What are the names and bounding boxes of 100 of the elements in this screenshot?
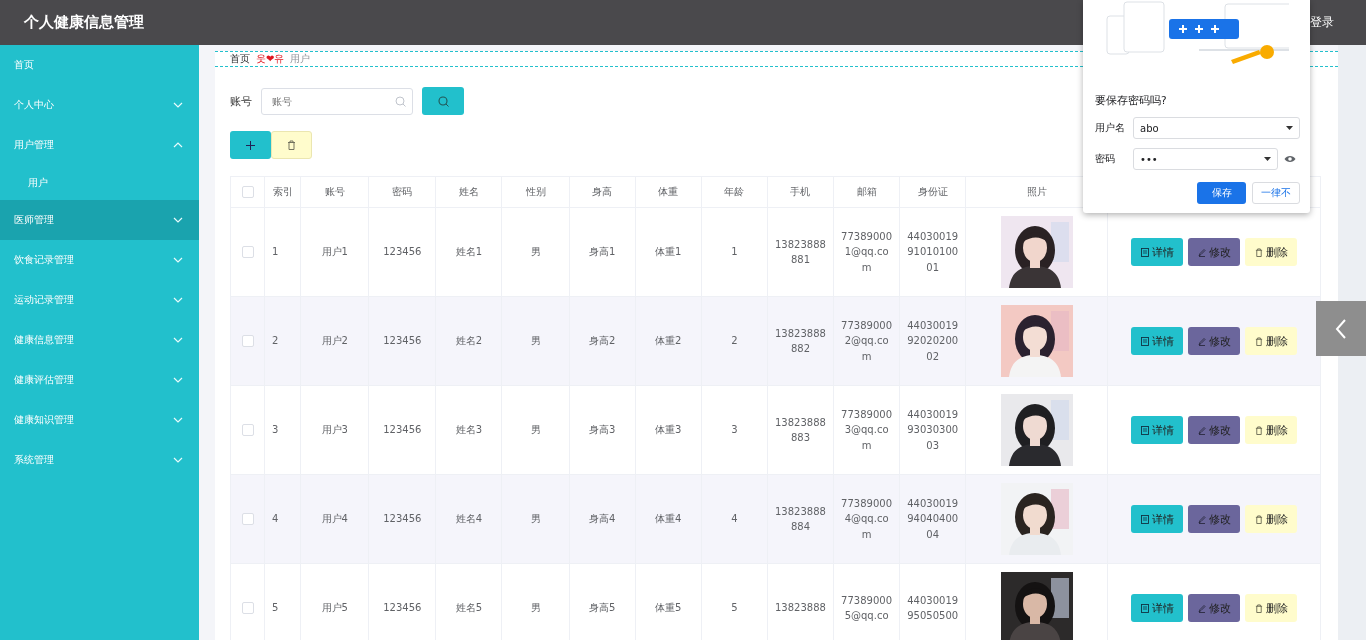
chevron-icon <box>173 102 183 108</box>
table-cell: 3 <box>731 424 738 436</box>
table-cell: 身高1 <box>588 246 616 258</box>
breadcrumb-separator: 웃❤유 <box>256 52 285 66</box>
never-button[interactable]: 一律不 <box>1252 182 1300 204</box>
table-cell: 姓名2 <box>455 335 483 347</box>
edit-button[interactable]: 修改 <box>1188 327 1241 355</box>
menu-item[interactable]: 医师管理 <box>0 200 199 240</box>
table-cell: 13823888 <box>775 602 826 614</box>
chevron-left-icon <box>1335 318 1347 339</box>
checkbox[interactable] <box>241 424 254 437</box>
column-header: 身份证 <box>917 186 948 197</box>
table-cell: 13823888 881 <box>775 238 826 265</box>
table-cell: 用户1 <box>321 246 348 258</box>
delete-button[interactable]: 删除 <box>1245 238 1298 266</box>
username-select[interactable]: abo <box>1133 117 1300 139</box>
trash-icon <box>1254 247 1263 257</box>
chevron-icon <box>173 457 183 463</box>
document-icon <box>1140 336 1149 346</box>
table-cell: 77389000 4@qq.co m <box>841 497 892 540</box>
edit-button[interactable]: 修改 <box>1188 505 1241 533</box>
save-button[interactable]: 保存 <box>1197 182 1246 204</box>
pencil-icon <box>1197 514 1206 524</box>
checkbox[interactable] <box>241 186 254 198</box>
detail-button[interactable]: 详情 <box>1131 416 1184 444</box>
chevron-icon <box>173 337 183 343</box>
add-button[interactable] <box>230 131 271 159</box>
delete-button[interactable]: 删除 <box>1245 416 1298 444</box>
chevron-icon <box>173 142 183 148</box>
table-cell: 123456 <box>383 513 422 525</box>
chevron-icon <box>173 297 183 303</box>
edit-button[interactable]: 修改 <box>1188 238 1241 266</box>
table-cell: 123456 <box>383 246 422 258</box>
table-cell: 身高2 <box>588 335 616 347</box>
table-cell: 44030019 94040400 04 <box>907 497 959 540</box>
password-label: 密码 <box>1095 152 1116 166</box>
table-cell: 体重5 <box>655 602 682 614</box>
document-icon <box>1140 247 1149 257</box>
search-label: 账号 <box>230 93 252 109</box>
column-header: 年龄 <box>724 186 745 197</box>
detail-button[interactable]: 详情 <box>1131 238 1184 266</box>
table-cell: 用户3 <box>321 424 348 436</box>
table-cell: 5 <box>272 602 279 614</box>
chevron-icon <box>173 377 183 383</box>
delete-button[interactable]: 删除 <box>1245 327 1298 355</box>
table-cell: 3 <box>272 424 279 436</box>
app-title: 个人健康信息管理 <box>24 13 144 32</box>
trash-icon <box>1254 603 1263 613</box>
delete-button[interactable]: 删除 <box>1245 594 1298 622</box>
checkbox[interactable] <box>241 602 254 615</box>
detail-button[interactable]: 详情 <box>1131 505 1184 533</box>
table-cell: 男 <box>530 424 541 436</box>
table-cell: 体重2 <box>655 335 682 347</box>
trash-icon <box>1254 514 1263 524</box>
delete-button[interactable]: 删除 <box>1245 505 1298 533</box>
delete-button[interactable] <box>271 131 312 159</box>
checkbox[interactable] <box>241 513 254 526</box>
trash-icon <box>1254 336 1263 346</box>
table-cell: 男 <box>530 602 541 614</box>
checkbox[interactable] <box>241 335 254 348</box>
table-cell: 44030019 95050500 <box>907 594 959 621</box>
dropdown-icon <box>1286 126 1293 130</box>
table-cell: 5 <box>731 602 738 614</box>
pencil-icon <box>1197 336 1206 346</box>
edit-button[interactable]: 修改 <box>1188 416 1241 444</box>
checkbox[interactable] <box>241 246 254 259</box>
detail-button[interactable]: 详情 <box>1131 327 1184 355</box>
scrollbar-track[interactable] <box>1338 45 1366 640</box>
detail-button[interactable]: 详情 <box>1131 594 1184 622</box>
edit-button[interactable]: 修改 <box>1188 594 1241 622</box>
table-cell: 身高4 <box>588 513 616 525</box>
table-cell: 4 <box>731 513 738 525</box>
document-icon <box>1140 514 1149 524</box>
column-header: 体重 <box>658 186 679 197</box>
table-cell: 13823888 882 <box>775 327 826 354</box>
document-icon <box>1140 603 1149 613</box>
breadcrumb-home[interactable]: 首页 <box>230 52 250 66</box>
table-cell: 体重3 <box>655 424 682 436</box>
eye-icon[interactable] <box>1284 155 1296 163</box>
search-field[interactable]: 账号 <box>261 87 413 115</box>
search-icon <box>395 95 406 107</box>
chevron-icon <box>173 257 183 263</box>
chevron-icon <box>173 417 183 423</box>
table-cell: 体重1 <box>655 246 682 258</box>
login-link[interactable]: 登录 <box>1310 14 1334 31</box>
table-cell: 姓名1 <box>455 246 483 258</box>
side-tab[interactable] <box>1316 301 1366 356</box>
table-cell: 1 <box>272 246 279 258</box>
table-cell: 姓名3 <box>455 424 483 436</box>
table-cell: 77389000 1@qq.co m <box>841 230 892 273</box>
table-cell: 男 <box>530 335 541 347</box>
column-header: 性别 <box>525 186 546 197</box>
table-cell: 2 <box>272 335 279 347</box>
chevron-icon <box>173 217 183 223</box>
password-select[interactable]: ••• <box>1133 148 1278 170</box>
table-cell: 77389000 2@qq.co m <box>841 319 892 362</box>
search-button[interactable] <box>422 87 464 115</box>
table-cell: 用户4 <box>321 513 348 525</box>
table-cell: 13823888 883 <box>775 416 826 443</box>
table-cell: 44030019 91010100 01 <box>907 230 959 273</box>
